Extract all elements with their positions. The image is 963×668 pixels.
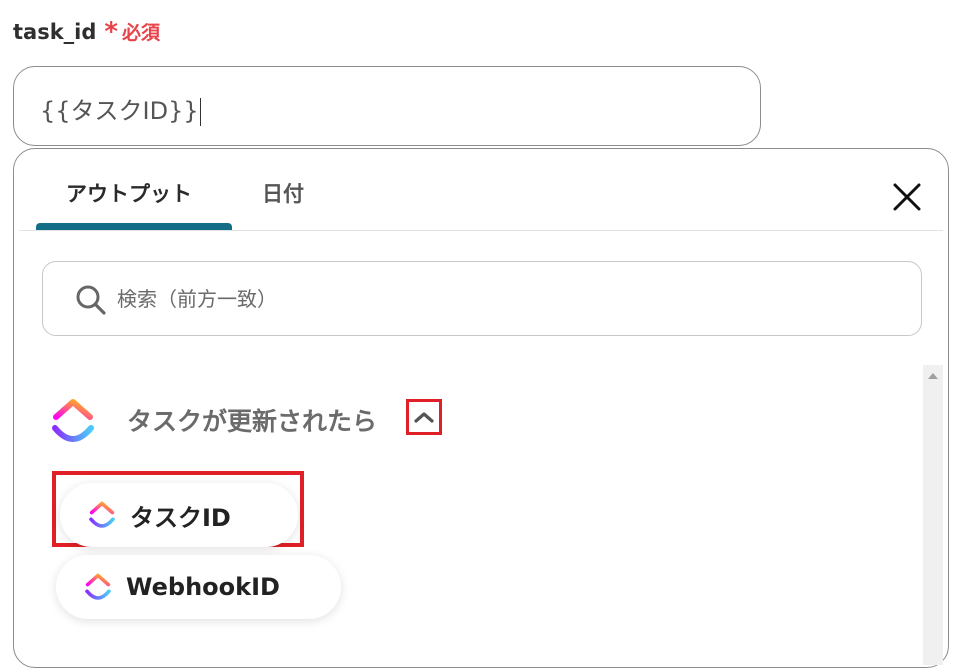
- close-button[interactable]: [887, 177, 927, 217]
- tab-date[interactable]: 日付: [262, 178, 304, 208]
- tab-divider: [19, 230, 943, 231]
- clickup-logo-icon: [89, 501, 115, 528]
- variable-picker-panel: アウトプット 日付 タスクが更新されたら: [13, 148, 949, 668]
- collapse-group-button[interactable]: [406, 399, 442, 435]
- output-item-label: WebhookID: [126, 573, 280, 601]
- search-icon: [76, 285, 106, 315]
- field-label: task_id * 必須: [13, 18, 160, 45]
- group-title: タスクが更新されたら: [127, 407, 378, 436]
- active-tab-indicator: [36, 223, 232, 230]
- output-item-label: タスクID: [130, 503, 231, 532]
- task-id-input-value: {{タスクID}}: [40, 97, 199, 125]
- output-item-task-id[interactable]: タスクID: [60, 483, 298, 547]
- scrollbar[interactable]: [923, 365, 943, 665]
- required-badge: 必須: [122, 22, 161, 44]
- task-id-input[interactable]: {{タスクID}}: [13, 66, 761, 146]
- chevron-up-icon: [414, 412, 434, 423]
- text-caret: [199, 98, 201, 126]
- search-input[interactable]: [115, 276, 879, 322]
- close-icon: [893, 183, 921, 211]
- tab-output[interactable]: アウトプット: [66, 178, 192, 208]
- clickup-logo-icon: [52, 399, 94, 442]
- required-star: *: [104, 16, 119, 47]
- clickup-logo-icon: [85, 573, 111, 600]
- search-box[interactable]: [42, 261, 922, 336]
- output-item-webhook-id[interactable]: WebhookID: [56, 555, 341, 619]
- scroll-up-arrow-icon[interactable]: [928, 373, 938, 379]
- field-label-text: task_id: [13, 19, 97, 44]
